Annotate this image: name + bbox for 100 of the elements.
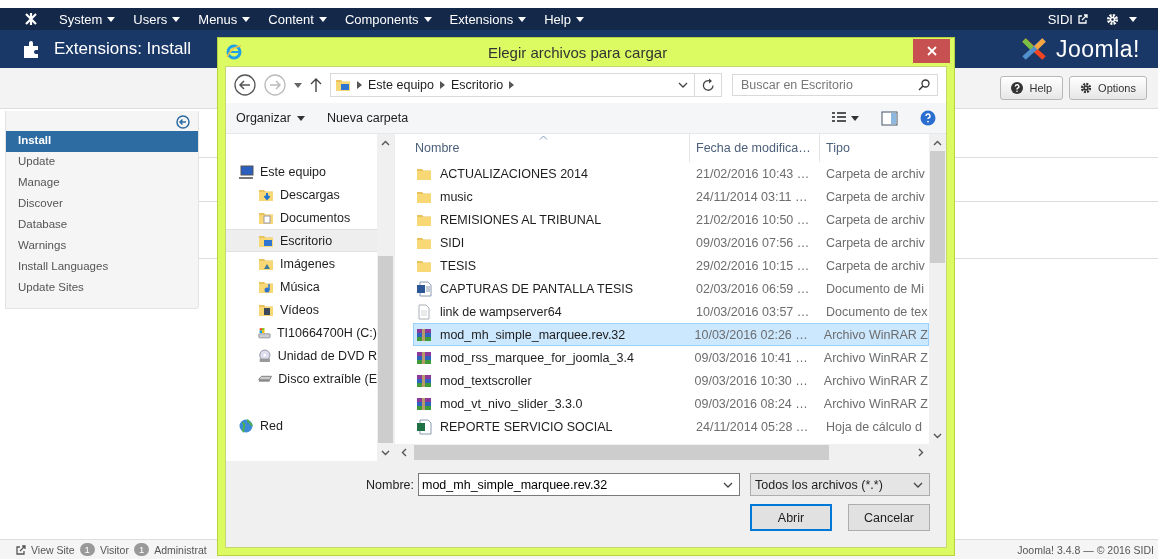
scroll-up-icon[interactable] (381, 139, 390, 146)
file-row[interactable]: mod_textscroller 09/03/2016 10:30 … Archivo WinRAR Z (413, 369, 929, 392)
browser-icon (226, 44, 242, 60)
file-row[interactable]: ACTUALIZACIONES 2014 21/02/2016 10:43 … Carpeta de archiv (413, 162, 929, 185)
file-row[interactable]: SIDI 09/03/2016 07:56 … Carpeta de archiv (413, 231, 929, 254)
file-type: Carpeta de archiv (825, 212, 926, 227)
up-button[interactable] (310, 78, 322, 92)
site-link[interactable]: SIDI (1038, 11, 1097, 27)
file-name: mod_vt_nivo_slider_3.3.0 (440, 396, 583, 411)
options-button[interactable]: Options (1069, 76, 1147, 100)
file-type: Documento de Mi (825, 281, 925, 296)
refresh-icon[interactable] (701, 78, 715, 92)
menu-item[interactable]: System (50, 11, 125, 27)
file-row[interactable]: link de wampserver64 10/03/2016 03:57 … Documento de tex (413, 300, 929, 323)
menu-item[interactable]: Content (259, 11, 336, 27)
nav-item[interactable]: Escritorio (226, 229, 377, 252)
address-bar[interactable]: Este equipo Escritorio (330, 73, 722, 97)
column-header[interactable]: Nombre (413, 141, 689, 155)
history-caret-icon (294, 82, 302, 88)
menu-item[interactable]: Help (535, 11, 593, 27)
help-button[interactable]: Help (1000, 76, 1064, 100)
nav-item[interactable]: Vídeos (226, 298, 377, 321)
dialog-button[interactable]: Cancelar (848, 504, 930, 531)
menu-item[interactable]: Users (124, 11, 190, 27)
view-list-icon[interactable] (831, 111, 847, 125)
dropdown-icon[interactable] (678, 82, 688, 88)
file-type: Archivo WinRAR Z (822, 373, 928, 388)
collapse-icon[interactable] (176, 115, 190, 129)
file-type: Documento de tex (825, 304, 928, 319)
external-link-icon (1078, 14, 1088, 24)
nav-item[interactable]: Unidad de DVD R (226, 344, 377, 367)
menu-item[interactable]: Menus (189, 11, 260, 27)
sidebar-item[interactable]: Warnings (6, 236, 198, 257)
nav-item[interactable]: Imágenes (226, 252, 377, 275)
removable-drive-icon (258, 374, 273, 383)
scroll-down-icon[interactable] (933, 432, 942, 439)
globe-icon (238, 417, 254, 434)
menu-item[interactable]: Extensions (440, 11, 536, 27)
scroll-left-icon[interactable] (400, 448, 407, 457)
file-row[interactable]: mod_rss_marquee_for_joomla_3.4 09/03/2016 10:41 … Archivo WinRAR Z (413, 346, 929, 369)
nav-item[interactable]: Descargas (226, 183, 377, 206)
caret-icon (423, 16, 432, 22)
caret-icon (107, 16, 116, 22)
nav-item[interactable]: Música (226, 275, 377, 298)
menu-item[interactable]: Components (335, 11, 441, 27)
breadcrumb[interactable]: Este equipo (368, 78, 435, 92)
search-field[interactable]: Buscar en Escritorio (732, 74, 938, 96)
up-arrow-icon (310, 78, 322, 92)
caret-icon (172, 16, 181, 22)
horizontal-scrollbar[interactable] (395, 444, 946, 461)
help-icon[interactable] (920, 110, 936, 126)
sidebar-item[interactable]: Database (6, 215, 198, 236)
settings-icon (1106, 12, 1119, 26)
column-header[interactable]: Fecha de modifica… (689, 134, 819, 162)
view-site-link[interactable]: View Site (31, 543, 75, 556)
file-row[interactable]: REPORTE SERVICIO SOCIAL 24/11/2014 05:28 … Hoja de cálculo d (413, 415, 929, 438)
dialog-button[interactable]: Abrir (750, 504, 832, 531)
sidebar-item[interactable]: Install (6, 131, 198, 152)
close-button[interactable] (913, 39, 950, 63)
file-name-label: Nombre: (366, 477, 414, 492)
file-row[interactable]: REMISIONES AL TRIBUNAL 21/02/2016 10:50 … Carpeta de archiv (413, 208, 929, 231)
file-row[interactable]: mod_vt_nivo_slider_3.3.0 09/03/2016 08:24 … Archivo WinRAR Z (413, 392, 929, 415)
nav-item[interactable]: Red (226, 414, 377, 437)
file-date: 21/02/2016 10:43 … (695, 166, 811, 181)
nav-item[interactable]: Documentos (226, 206, 377, 229)
scrollbar[interactable] (377, 134, 394, 461)
computer-icon (238, 163, 254, 180)
command-button[interactable]: Nueva carpeta (326, 111, 409, 125)
scrollbar[interactable] (929, 134, 946, 444)
caret-icon (296, 115, 305, 121)
file-name-field[interactable]: mod_mh_simple_marquee.rev.32 (418, 473, 740, 496)
sidebar-item[interactable]: Update Sites (6, 278, 198, 299)
breadcrumb[interactable]: Escritorio (451, 78, 504, 92)
file-row[interactable]: mod_mh_simple_marquee.rev.32 10/03/2016 02:26 … Archivo WinRAR Z (413, 323, 929, 346)
nav-item[interactable]: Este equipo (226, 160, 377, 183)
nav-item[interactable]: Disco extraíble (E (226, 367, 377, 390)
file-type-dropdown[interactable]: Todos los archivos (*.*) (750, 473, 930, 496)
sidebar-item[interactable]: Install Languages (6, 257, 198, 278)
file-name: mod_rss_marquee_for_joomla_3.4 (440, 350, 634, 365)
scroll-down-icon[interactable] (381, 449, 390, 456)
file-row[interactable]: TESIS 29/02/2016 10:15 … Carpeta de archiv (413, 254, 929, 277)
scroll-right-icon[interactable] (917, 448, 924, 457)
sidebar-item[interactable]: Update (6, 152, 198, 173)
nav-item[interactable]: TI10664700H (C:) (226, 321, 377, 344)
sidebar-item[interactable]: Manage (6, 173, 198, 194)
command-button[interactable]: Organizar (236, 111, 305, 125)
close-icon (926, 46, 937, 56)
sidebar-item[interactable]: Discover (6, 194, 198, 215)
file-row[interactable]: music 24/11/2014 03:11 … Carpeta de archiv (413, 185, 929, 208)
brand-name: Joomla! (1055, 35, 1140, 63)
document-icon (416, 280, 432, 297)
file-type: Carpeta de archiv (825, 166, 926, 181)
file-type: Archivo WinRAR Z (822, 396, 928, 411)
back-button[interactable] (234, 74, 256, 96)
settings-icon (1080, 82, 1093, 94)
scroll-up-icon[interactable] (933, 139, 942, 146)
chevron-icon (509, 81, 515, 89)
caret-icon (242, 16, 251, 22)
file-row[interactable]: CAPTURAS DE PANTALLA TESIS 02/03/2016 06:59 … Documento de Mi (413, 277, 929, 300)
archive-icon (416, 349, 432, 366)
